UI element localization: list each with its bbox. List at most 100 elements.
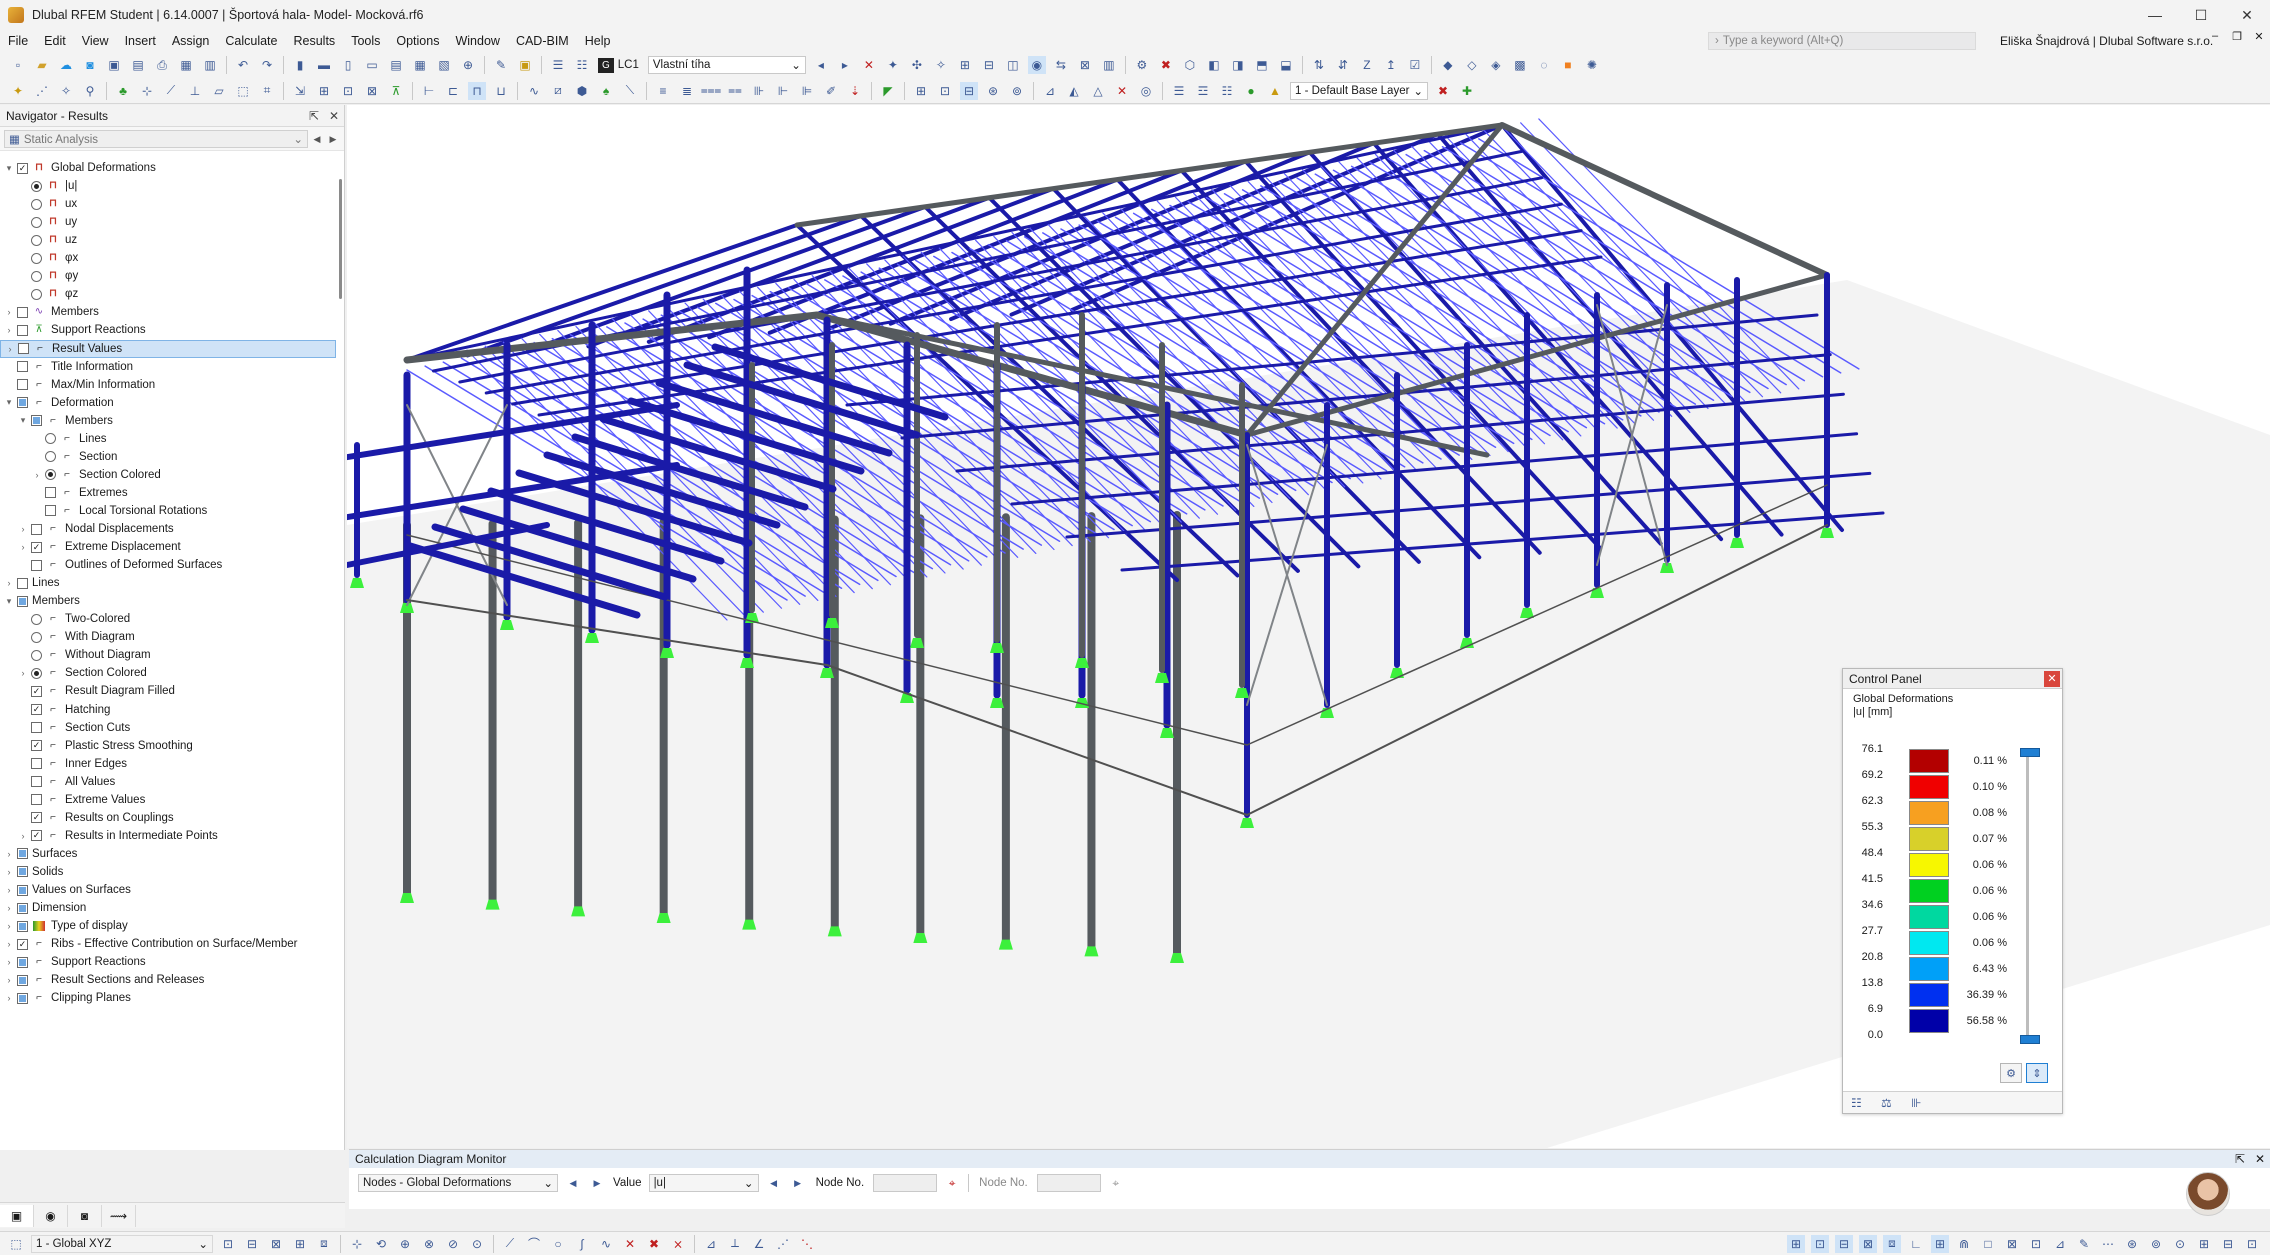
clip-toggle-icon[interactable]: ⊠ [2003, 1235, 2021, 1253]
tree-item[interactable]: › ✓ ⌐ Extreme Displacement [0, 538, 336, 556]
tree-item[interactable]: ⌐ Without Diagram [0, 646, 336, 664]
expand-toggle-icon[interactable]: › [4, 325, 14, 335]
tree-item[interactable]: › ⌐ Result Values [0, 339, 336, 358]
menu-calculate[interactable]: Calculate [217, 34, 285, 48]
expand-toggle-icon[interactable]: › [4, 307, 14, 317]
radio-button[interactable] [45, 469, 56, 481]
dim-toggle-icon[interactable]: ⊿ [2051, 1235, 2069, 1253]
color-icon[interactable]: ■ [1559, 56, 1577, 74]
tree-item[interactable]: ⌐ Lines [0, 430, 336, 448]
pen-icon[interactable]: ✐ [822, 82, 840, 100]
expand-toggle-icon[interactable]: › [4, 885, 14, 895]
coord-toggle-icon[interactable]: ⊙ [2171, 1235, 2189, 1253]
osnap-icon[interactable]: ⊠ [363, 82, 381, 100]
checkbox[interactable]: ✓ [31, 541, 42, 553]
expand-toggle-icon[interactable]: › [32, 470, 42, 480]
tree-item[interactable]: ⌐ Two-Colored [0, 610, 336, 628]
layer-add-icon[interactable]: ✚ [1458, 82, 1476, 100]
grid-panel-icon[interactable]: ▦ [411, 56, 429, 74]
radio-button[interactable] [31, 252, 42, 264]
rotate-icon[interactable]: ⟲ [372, 1235, 390, 1253]
expand-toggle-icon[interactable]: › [18, 524, 28, 534]
draw-xx-icon[interactable]: ✖ [645, 1235, 663, 1253]
tree-item[interactable]: ⊓ φz [0, 285, 336, 303]
view-icon[interactable]: ⬚ [7, 1235, 25, 1253]
doc-restore-button[interactable]: ❐ [2226, 30, 2248, 43]
dimension-icon[interactable]: ⊿ [1041, 82, 1059, 100]
checkbox[interactable]: ✓ [17, 162, 28, 174]
align-3-icon[interactable]: ⩶ [701, 82, 722, 100]
expand-toggle-icon[interactable]: › [4, 975, 14, 985]
section-view-icon[interactable]: ▩ [1511, 56, 1529, 74]
expand-toggle-icon[interactable]: › [18, 831, 28, 841]
opening-icon[interactable]: ⌗ [258, 82, 276, 100]
ortho-icon[interactable]: ⊡ [339, 82, 357, 100]
tree-item[interactable]: ⌐ Title Information [0, 358, 336, 376]
expand-toggle-icon[interactable]: ▾ [18, 415, 28, 426]
navigator-toggle-icon[interactable]: ▮ [291, 56, 309, 74]
checkbox[interactable] [17, 379, 28, 391]
results-icon[interactable]: ✧ [932, 56, 950, 74]
tree-item[interactable]: ⊓ ux [0, 195, 336, 213]
menu-view[interactable]: View [74, 34, 117, 48]
tree-item[interactable]: ⌐ Outlines of Deformed Surfaces [0, 556, 336, 574]
section-toggle-icon[interactable]: ⊡ [2027, 1235, 2045, 1253]
zoom-window-icon[interactable]: ⊗ [420, 1235, 438, 1253]
expand-toggle-icon[interactable]: ▾ [4, 397, 14, 408]
report-icon[interactable]: ▦ [177, 56, 195, 74]
zoom-icon[interactable]: ⊕ [396, 1235, 414, 1253]
tree-item[interactable]: ⊓ uz [0, 231, 336, 249]
checkbox[interactable] [17, 992, 28, 1004]
tree-item[interactable]: ⌐ Extreme Values [0, 791, 336, 809]
keyword-search-input[interactable]: › Type a keyword (Alt+Q) [1708, 32, 1976, 50]
snap-icon[interactable]: ⋰ [33, 82, 51, 100]
table-view-icon[interactable]: ⊞ [912, 82, 930, 100]
checkbox[interactable] [31, 559, 42, 571]
view-1-icon[interactable]: ⊡ [219, 1235, 237, 1253]
node-icon[interactable]: ⊹ [138, 82, 156, 100]
tree-item[interactable]: ⌐ Max/Min Information [0, 376, 336, 394]
tree-item[interactable]: ▾ ✓ ⊓ Global Deformations [0, 159, 336, 177]
node-number-input[interactable] [873, 1174, 938, 1192]
tree-item[interactable]: › Lines [0, 574, 336, 592]
results-tab-icon[interactable]: ⟿ [102, 1204, 136, 1227]
ortho-toggle-icon[interactable]: ⊟ [1835, 1234, 1853, 1253]
menu-results[interactable]: Results [286, 34, 344, 48]
checkbox[interactable] [17, 306, 28, 318]
tree-item[interactable]: ⊓ uy [0, 213, 336, 231]
tree2-icon[interactable]: ♠ [597, 82, 615, 100]
menu-assign[interactable]: Assign [164, 34, 218, 48]
table-icon[interactable]: ▥ [201, 56, 219, 74]
expand-toggle-icon[interactable]: › [4, 903, 14, 913]
axis-z-icon[interactable]: Ζ [1358, 56, 1376, 74]
user-account[interactable]: Eliška Šnajdrová | Dlubal Software s.r.o… [2000, 32, 2213, 50]
work-area-icon[interactable]: ⊓ [468, 81, 486, 100]
snap-4-icon[interactable]: ⋰ [774, 1235, 792, 1253]
data-tab-icon[interactable]: ▣ [0, 1204, 34, 1227]
snap-3-icon[interactable]: ∠ [750, 1235, 768, 1253]
view-settings-icon[interactable]: ⚙ [1133, 56, 1151, 74]
tree-item[interactable]: ⌐ Extremes [0, 484, 336, 502]
monitor-toggle-icon[interactable]: ⊡ [2243, 1235, 2261, 1253]
mesh-toggle-icon[interactable]: ⋯ [2099, 1235, 2117, 1253]
checkbox[interactable] [17, 324, 28, 336]
expand-toggle-icon[interactable]: › [4, 849, 14, 859]
menu-window[interactable]: Window [447, 34, 507, 48]
tree-item[interactable]: › ⊼ Support Reactions [0, 321, 336, 339]
checkbox[interactable] [17, 974, 28, 986]
checkbox[interactable] [17, 902, 28, 914]
calc-icon[interactable]: ✣ [908, 56, 926, 74]
layer-lock-icon[interactable]: ▲ [1266, 82, 1284, 100]
workplane-toggle-icon[interactable]: ⊞ [1931, 1234, 1949, 1253]
checkbox[interactable] [31, 794, 42, 806]
layer-visible-icon[interactable]: ● [1242, 82, 1260, 100]
prev-value-icon[interactable]: ◀ [765, 1174, 783, 1192]
radio-button[interactable] [31, 234, 42, 246]
navigator-scrollbar[interactable] [339, 179, 342, 299]
select-special-icon[interactable]: ⊚ [1008, 82, 1026, 100]
view-2-icon[interactable]: ⊟ [243, 1235, 261, 1253]
expand-toggle-icon[interactable]: › [4, 578, 14, 588]
menu-options[interactable]: Options [388, 34, 447, 48]
selection-box-icon[interactable]: ⊡ [936, 82, 954, 100]
analysis-type-select[interactable]: ▦ Static Analysis ⌄ [4, 129, 308, 148]
